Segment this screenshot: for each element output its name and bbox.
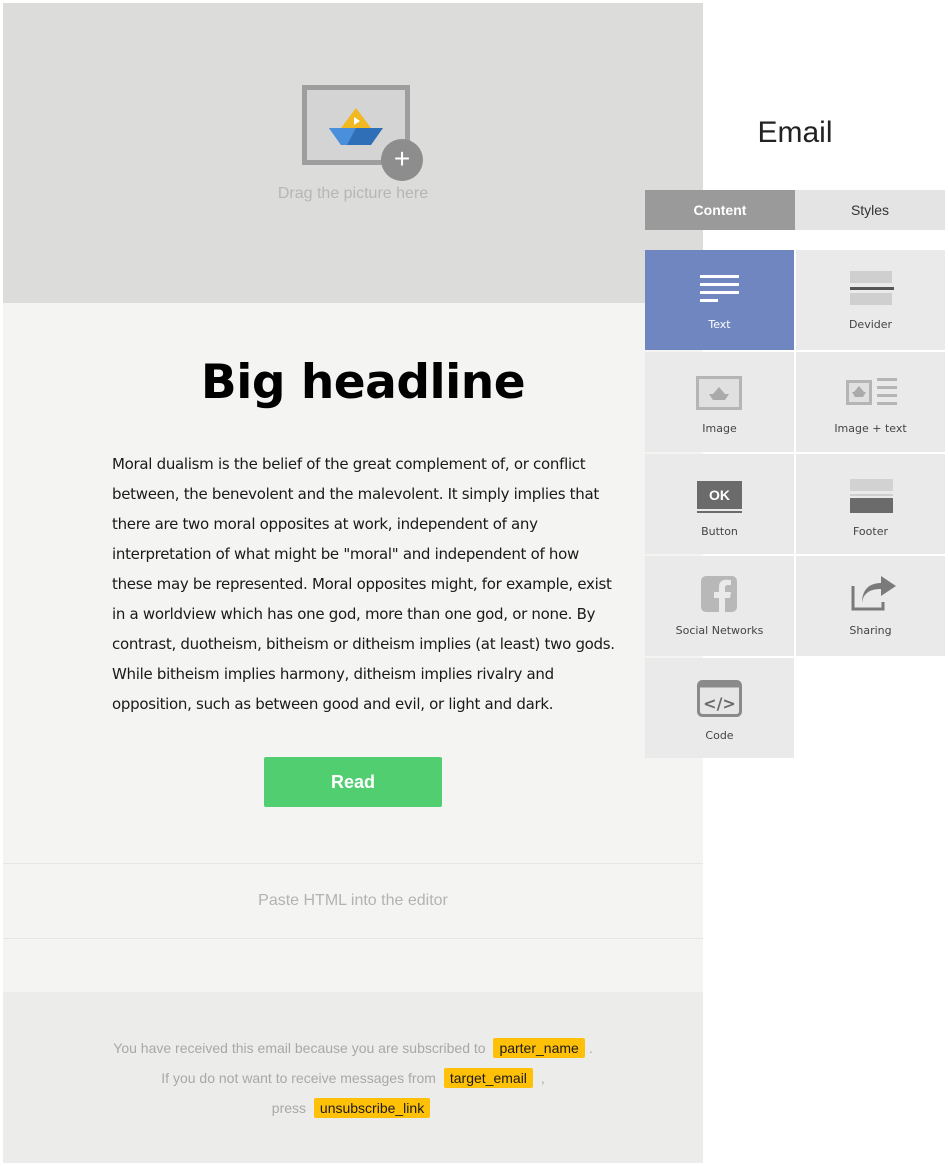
tab-styles[interactable]: Styles <box>795 190 945 230</box>
block-label: Image + text <box>834 422 907 435</box>
footer-punct: . <box>588 1040 593 1056</box>
read-button[interactable]: Read <box>264 757 442 807</box>
button-icon: OK <box>697 481 742 513</box>
email-canvas: + Drag the picture here Big headline Mor… <box>3 3 703 1163</box>
email-body-text[interactable]: Moral dualism is the belief of the great… <box>112 449 622 719</box>
block-image-text[interactable]: Image + text <box>796 352 945 452</box>
footer-text: You have received this email because you… <box>113 1040 486 1056</box>
footer-text: press <box>271 1100 307 1116</box>
drop-zone-caption: Drag the picture here <box>277 185 429 202</box>
block-label: Sharing <box>849 624 892 637</box>
panel-tabs: Content Styles <box>645 190 945 230</box>
block-footer[interactable]: Footer <box>796 454 945 554</box>
image-icon <box>696 376 742 410</box>
block-image[interactable]: Image <box>645 352 794 452</box>
partner-name-tag[interactable]: parter_name <box>493 1038 585 1058</box>
svg-text:</>: </> <box>703 694 736 713</box>
target-email-tag[interactable]: target_email <box>443 1068 533 1088</box>
footer-text: If you do not want to receive messages f… <box>161 1070 436 1086</box>
code-icon: </> <box>697 680 742 717</box>
tab-content[interactable]: Content <box>645 190 795 230</box>
footer-line-unsubscribe: press unsubscribe_link <box>3 1098 703 1118</box>
unsubscribe-link-tag[interactable]: unsubscribe_link <box>313 1098 431 1118</box>
block-label: Footer <box>853 525 888 538</box>
block-text[interactable]: Text <box>645 250 794 350</box>
block-label: Devider <box>848 318 893 331</box>
paste-html-zone[interactable]: Paste HTML into the editor <box>3 863 703 939</box>
image-text-icon <box>846 378 897 405</box>
footer-line-subscription: You have received this email because you… <box>3 1038 703 1058</box>
block-divider[interactable]: Devider <box>796 250 945 350</box>
facebook-icon <box>701 576 737 612</box>
block-label: Image <box>702 422 737 435</box>
block-social-networks[interactable]: Social Networks <box>645 556 794 656</box>
divider-icon <box>850 271 894 305</box>
block-label: Social Networks <box>675 624 764 637</box>
share-arrow-icon <box>851 576 896 611</box>
image-drop-zone[interactable]: + Drag the picture here <box>3 3 703 303</box>
block-label: Button <box>701 525 738 538</box>
block-label: Code <box>705 729 734 742</box>
block-label: Text <box>708 318 731 331</box>
block-sharing[interactable]: Sharing <box>796 556 945 656</box>
block-code[interactable]: </> Code <box>645 658 794 758</box>
email-headline[interactable]: Big headline <box>3 355 723 410</box>
block-button[interactable]: OK Button <box>645 454 794 554</box>
text-lines-icon <box>700 275 739 302</box>
footer-punct: , <box>540 1070 545 1086</box>
footer-line-optout: If you do not want to receive messages f… <box>3 1068 703 1088</box>
button-icon-ok: OK <box>697 481 742 511</box>
add-image-icon[interactable]: + <box>381 139 423 181</box>
email-footer: You have received this email because you… <box>3 992 703 1163</box>
footer-icon <box>850 479 893 513</box>
panel-title: Email <box>757 116 833 149</box>
